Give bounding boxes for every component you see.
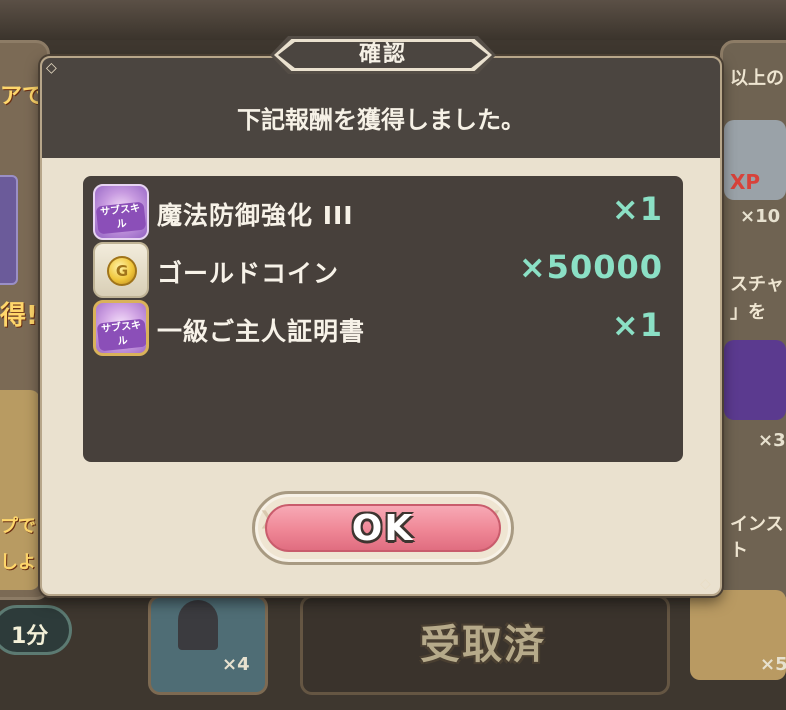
key-icon (178, 600, 218, 650)
dialog-corner-ornament-icon: ◇ (46, 60, 57, 76)
reward-quantity: ×50000 (518, 248, 663, 286)
coin-glyph: G (107, 256, 137, 286)
background-top-strip (0, 0, 786, 40)
gold-coin-icon: G (93, 242, 149, 298)
background-right-text: 以上の (730, 68, 784, 89)
background-count: ×5 (760, 654, 786, 675)
dialog-title: 確認 (358, 42, 407, 67)
background-right-text: インスト (730, 514, 784, 561)
reward-row: サブスキル 一級ご主人証明書 ×1 (93, 300, 673, 356)
reward-quantity: ×1 (611, 190, 663, 228)
ok-button-face[interactable]: OK (265, 504, 501, 552)
reward-confirm-dialog: ◇ ◇ 確認 下記報酬を獲得しました。 サブスキル 魔法防御強化 III ×1 … (40, 36, 722, 596)
background-xp-label: XP (730, 170, 761, 194)
dialog-corner-ornament-icon: ◇ (700, 576, 711, 592)
background-left-text: アで (0, 84, 45, 109)
treasure-chest-icon (724, 340, 786, 420)
reward-row: サブスキル 魔法防御強化 III ×1 (93, 184, 673, 240)
reward-list: サブスキル 魔法防御強化 III ×1 G ゴールドコイン ×50000 サブス… (83, 176, 683, 462)
background-right-text: スチャ (730, 274, 784, 295)
reward-row: G ゴールドコイン ×50000 (93, 242, 673, 298)
background-count: ×3 (758, 430, 786, 451)
reward-name: 一級ご主人証明書 (157, 317, 366, 346)
background-received-label: 受取済 (420, 622, 546, 668)
icon-label: サブスキル (95, 201, 147, 235)
background-right-text: 」を (730, 302, 766, 323)
reward-quantity: ×1 (611, 306, 663, 344)
icon-label: サブスキル (96, 318, 146, 352)
background-count: ×10 (740, 206, 781, 227)
dialog-message: 下記報酬を獲得しました。 (237, 106, 525, 134)
background-left-text: 得! (0, 301, 38, 331)
background-left-text: プで (0, 516, 36, 537)
background-left-tab (0, 175, 18, 285)
reward-name: 魔法防御強化 III (157, 201, 354, 230)
ok-button-label[interactable]: OK (267, 506, 499, 550)
background-count: ×4 (222, 654, 250, 675)
sub-skill-icon: サブスキル (93, 184, 149, 240)
reward-name: ゴールドコイン (157, 259, 340, 288)
background-timer-badge: 1分 (0, 605, 72, 655)
ok-button[interactable]: ❯ ❮ OK (252, 491, 514, 565)
sub-skill-gold-icon: サブスキル (93, 300, 149, 356)
